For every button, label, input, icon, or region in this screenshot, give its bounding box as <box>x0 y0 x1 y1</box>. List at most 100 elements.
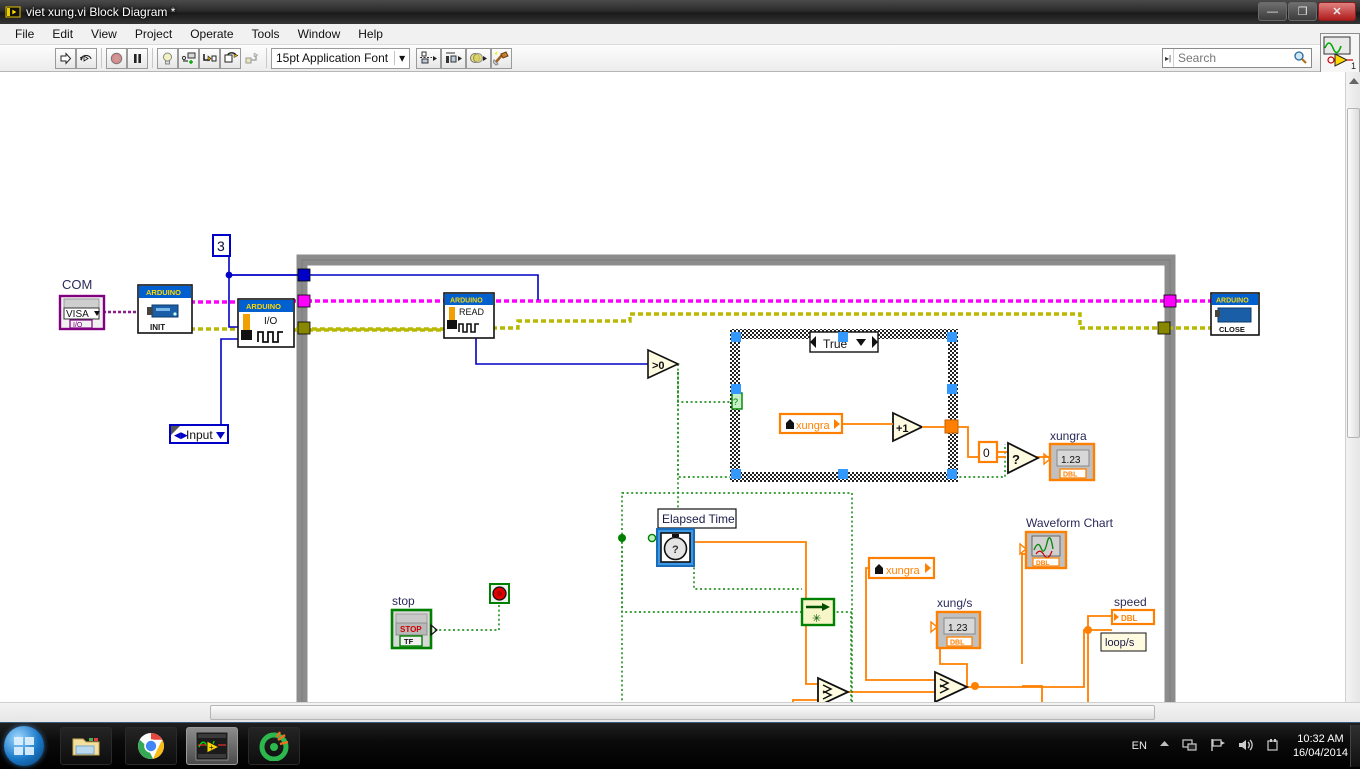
loop-per-s-label: loop/s <box>1105 637 1135 649</box>
waveform-chart-indicator[interactable]: Waveform Chart DBL <box>1019 516 1114 570</box>
tunnel-yellow-right <box>1157 321 1171 335</box>
close-button[interactable]: ✕ <box>1318 2 1356 21</box>
case-structure[interactable]: True ? xungra +1 <box>730 329 959 482</box>
horizontal-scroll-thumb[interactable] <box>210 705 1155 720</box>
speed-indicator[interactable]: speed DBL <box>1110 595 1156 626</box>
labview-window: viet xung.vi Block Diagram * — ❐ ✕ File … <box>0 0 1360 722</box>
network-icon[interactable] <box>1182 738 1198 755</box>
vertical-scrollbar[interactable] <box>1345 72 1360 702</box>
xungra-indicator[interactable]: xungra 1.23 DBL <box>1043 429 1096 482</box>
case-tunnel-r-mid <box>947 384 957 394</box>
scroll-up-arrow-icon[interactable] <box>1349 78 1359 84</box>
vertical-scroll-thumb[interactable] <box>1347 108 1360 438</box>
arduino-close-vi[interactable]: ARDUINO CLOSE <box>1210 292 1260 336</box>
visa-resource-text: VISA <box>66 309 89 320</box>
chevron-down-icon[interactable]: ▾ <box>394 51 405 65</box>
font-selector[interactable]: 15pt Application Font ▾ <box>271 47 411 69</box>
taskbar-labview[interactable]: + <box>186 727 238 765</box>
step-out-button[interactable] <box>241 48 262 69</box>
select-op-label: ? <box>1012 452 1020 467</box>
vi-icon-panel[interactable]: 1 <box>1320 33 1360 73</box>
case-tunnel-tl <box>731 332 741 342</box>
step-over-button[interactable] <box>220 47 241 69</box>
case-tunnel-tr <box>947 332 957 342</box>
search-dropdown-icon[interactable]: ▸| <box>1163 49 1174 67</box>
safely-remove-hardware-icon[interactable] <box>1266 738 1281 755</box>
menu-window[interactable]: Window <box>289 25 350 43</box>
highlight-execution-lightbulb-icon[interactable] <box>157 47 178 69</box>
xung-per-s-indicator-label: xung/s <box>937 596 972 610</box>
menu-help[interactable]: Help <box>349 25 392 43</box>
arduino-io-vi[interactable]: ARDUINO I/O <box>237 298 295 348</box>
visa-resource-control[interactable]: COM VISA I/O <box>58 277 106 331</box>
increment-label: +1 <box>896 423 909 435</box>
reorder-button[interactable] <box>466 47 492 69</box>
window-controls: — ❐ ✕ <box>1258 2 1356 21</box>
xung-per-s-dbl-type: DBL <box>950 640 965 647</box>
menu-edit[interactable]: Edit <box>43 25 82 43</box>
run-button[interactable] <box>55 47 76 69</box>
distribute-objects-button[interactable] <box>441 47 467 69</box>
block-diagram-canvas[interactable]: COM VISA I/O ARDUINO INIT ARDUINO I/O AR… <box>0 72 1345 702</box>
menu-file[interactable]: File <box>6 25 43 43</box>
horizontal-scrollbar[interactable] <box>0 702 1360 722</box>
boolean-and-node[interactable]: ✳ <box>800 597 836 627</box>
xung-per-s-indicator[interactable]: xung/s 1.23 DBL <box>930 596 982 650</box>
xungra-local-variable-top[interactable]: xungra <box>778 412 844 435</box>
stop-button-control[interactable]: stop STOP TF <box>390 594 438 650</box>
svg-text:1: 1 <box>1351 61 1356 71</box>
junction-orange-1 <box>971 682 979 690</box>
xungra-value: 1.23 <box>1061 455 1081 466</box>
clock[interactable]: 10:32 AM 16/04/2014 <box>1293 732 1348 760</box>
visa-io-type: I/O <box>73 322 83 329</box>
elapsed-time-reset-terminal <box>647 533 657 543</box>
step-into-button[interactable] <box>199 47 220 69</box>
taskbar-windows-explorer[interactable] <box>60 727 112 765</box>
xungra-local-label: xungra <box>796 420 831 432</box>
xungra-dbl-type: DBL <box>1063 472 1078 479</box>
start-orb[interactable] <box>4 726 44 766</box>
stop-button-text: STOP <box>400 625 422 634</box>
show-hidden-icons-chevron[interactable] <box>1159 739 1170 753</box>
arduino-init-vi[interactable]: ARDUINO INIT <box>137 284 193 334</box>
init-vi-label: INIT <box>150 323 165 332</box>
menu-tools[interactable]: Tools <box>243 25 289 43</box>
taskbar-google-chrome[interactable] <box>125 727 177 765</box>
menu-view[interactable]: View <box>82 25 126 43</box>
action-center-flag-icon[interactable] <box>1210 738 1226 755</box>
loop-stop-condition-terminal[interactable] <box>489 583 510 604</box>
com-label: COM <box>62 277 92 292</box>
cleanup-diagram-button[interactable] <box>491 47 513 69</box>
arduino-read-vi[interactable]: ARDUINO READ <box>443 292 495 339</box>
pause-button[interactable] <box>127 47 148 69</box>
search-box[interactable]: ▸| Search <box>1162 48 1312 68</box>
volume-speaker-icon[interactable] <box>1238 738 1254 755</box>
svg-text:?: ? <box>672 544 679 556</box>
retain-wire-values-button[interactable] <box>178 47 199 69</box>
zero-constant[interactable]: 0 <box>977 440 999 464</box>
search-input[interactable]: Search <box>1174 51 1293 65</box>
taskbar-media-app[interactable] <box>248 727 300 765</box>
input-enum-constant[interactable]: ◀▶ Input <box>169 424 229 444</box>
xungra-local-variable-bottom[interactable]: xungra <box>867 556 936 580</box>
show-desktop-button[interactable] <box>1350 725 1360 767</box>
align-objects-button[interactable] <box>416 47 442 69</box>
junction-orange-2 <box>1084 626 1092 634</box>
menu-operate[interactable]: Operate <box>181 25 242 43</box>
multiply-node[interactable] <box>934 670 970 702</box>
run-continuously-button[interactable] <box>76 47 97 69</box>
elapsed-time-express-vi[interactable]: Elapsed Time ? <box>647 508 737 567</box>
tray-language[interactable]: EN <box>1132 740 1147 752</box>
svg-text:?: ? <box>733 397 738 407</box>
select-node[interactable]: ? <box>1007 441 1041 475</box>
abort-execution-button[interactable] <box>106 47 127 69</box>
pin-number-constant[interactable]: 3 <box>212 234 231 257</box>
greater-than-zero-node[interactable]: >0 <box>647 348 680 380</box>
menu-project[interactable]: Project <box>126 25 181 43</box>
maximize-button[interactable]: ❐ <box>1288 2 1317 21</box>
compare-node[interactable] <box>817 676 851 702</box>
arduino-banner-close: ARDUINO <box>1216 298 1249 305</box>
stop-terminal-type: TF <box>404 637 414 646</box>
search-magnifier-icon[interactable] <box>1293 50 1307 67</box>
minimize-button[interactable]: — <box>1258 2 1287 21</box>
